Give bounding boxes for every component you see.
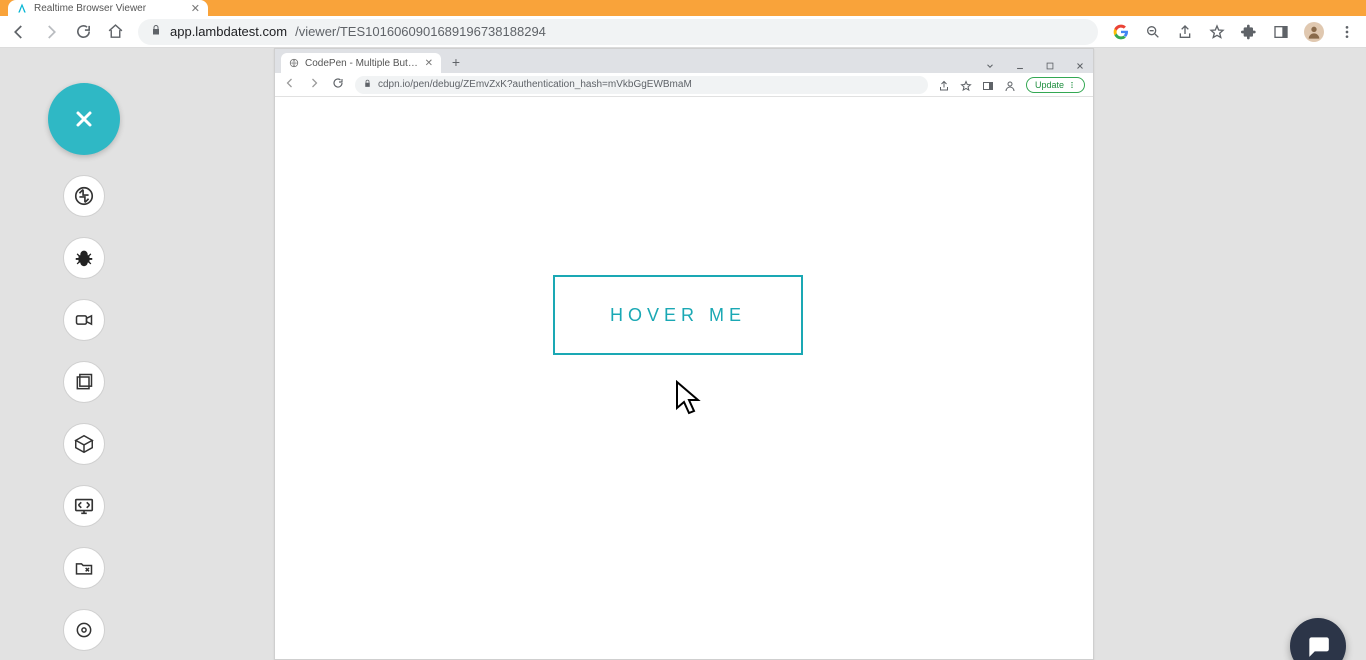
google-icon[interactable] xyxy=(1112,23,1130,41)
inner-window-controls xyxy=(983,61,1087,71)
files-button[interactable] xyxy=(63,547,105,589)
screenshot-gallery-button[interactable] xyxy=(63,361,105,403)
inner-toolbar-right: Update xyxy=(938,77,1085,93)
outer-url-path: /viewer/TES10160609016891967381​88294 xyxy=(295,24,546,39)
reload-button[interactable] xyxy=(74,23,92,41)
new-tab-button[interactable]: + xyxy=(447,53,465,71)
close-icon[interactable]: ✕ xyxy=(425,58,433,69)
remote-browser-window: CodePen - Multiple Button Tran… ✕ + xyxy=(274,48,1094,660)
mark-bug-button[interactable] xyxy=(63,237,105,279)
close-window-icon[interactable] xyxy=(1073,61,1087,71)
lock-icon xyxy=(363,79,372,91)
zoom-icon[interactable] xyxy=(1144,23,1162,41)
back-button[interactable] xyxy=(10,23,28,41)
resolution-button[interactable] xyxy=(63,423,105,465)
inner-address-bar[interactable]: cdpn.io/pen/debug/ZEmvZxK?authentication… xyxy=(355,76,928,94)
extensions-icon[interactable] xyxy=(1240,23,1258,41)
outer-tabstrip-empty xyxy=(208,0,1366,16)
end-session-button[interactable] xyxy=(48,83,120,155)
minimize-window-icon[interactable] xyxy=(1013,61,1027,71)
inner-browser-tabstrip: CodePen - Multiple Button Tran… ✕ + xyxy=(275,49,1093,73)
kebab-menu-icon[interactable] xyxy=(1338,23,1356,41)
hover-me-button[interactable]: HOVER ME xyxy=(553,275,803,355)
outer-browser-tab-active[interactable]: Realtime Browser Viewer ✕ xyxy=(8,0,208,16)
update-label: Update xyxy=(1035,80,1064,90)
lambdatest-tools-sidebar xyxy=(48,83,120,660)
bookmark-star-icon[interactable] xyxy=(1208,23,1226,41)
inner-url-text: cdpn.io/pen/debug/ZEmvZxK?authentication… xyxy=(378,79,692,90)
profile-icon[interactable] xyxy=(1004,79,1016,91)
inner-browser-toolbar: cdpn.io/pen/debug/ZEmvZxK?authentication… xyxy=(275,73,1093,97)
maximize-window-icon[interactable] xyxy=(1043,61,1057,71)
record-video-button[interactable] xyxy=(63,299,105,341)
inner-back-button[interactable] xyxy=(283,77,297,92)
home-button[interactable] xyxy=(106,23,124,41)
side-panel-icon[interactable] xyxy=(982,79,994,91)
lambdatest-favicon-icon xyxy=(16,2,28,14)
cursor-icon xyxy=(674,380,702,423)
inner-forward-button[interactable] xyxy=(307,77,321,92)
close-icon[interactable]: ✕ xyxy=(191,2,200,15)
profile-avatar[interactable] xyxy=(1304,22,1324,42)
inner-tab-title: CodePen - Multiple Button Tran… xyxy=(305,58,419,69)
devtools-button[interactable] xyxy=(63,485,105,527)
globe-favicon-icon xyxy=(289,58,299,68)
inner-reload-button[interactable] xyxy=(331,77,345,92)
outer-url-domain: app.lambdatest.com xyxy=(170,24,287,39)
switch-browser-button[interactable] xyxy=(63,175,105,217)
share-icon[interactable] xyxy=(938,79,950,91)
geolocation-button[interactable] xyxy=(63,609,105,651)
outer-tab-title: Realtime Browser Viewer xyxy=(34,3,185,14)
lock-icon xyxy=(150,24,162,39)
outer-address-bar[interactable]: app.lambdatest.com/viewer/TES10160609016… xyxy=(138,19,1098,45)
share-icon[interactable] xyxy=(1176,23,1194,41)
lambdatest-viewer-area: CodePen - Multiple Button Tran… ✕ + xyxy=(0,48,1366,660)
outer-browser-tabstrip: Realtime Browser Viewer ✕ xyxy=(0,0,1366,16)
chevron-down-icon[interactable] xyxy=(983,61,997,71)
outer-toolbar-right xyxy=(1112,22,1356,42)
inner-browser-tab-active[interactable]: CodePen - Multiple Button Tran… ✕ xyxy=(281,53,441,73)
bookmark-star-icon[interactable] xyxy=(960,79,972,91)
update-chrome-button[interactable]: Update xyxy=(1026,77,1085,93)
forward-button[interactable] xyxy=(42,23,60,41)
support-chat-button[interactable] xyxy=(1290,618,1346,660)
side-panel-icon[interactable] xyxy=(1272,23,1290,41)
inner-page-content: HOVER ME xyxy=(275,97,1093,659)
outer-browser-toolbar: app.lambdatest.com/viewer/TES10160609016… xyxy=(0,16,1366,48)
